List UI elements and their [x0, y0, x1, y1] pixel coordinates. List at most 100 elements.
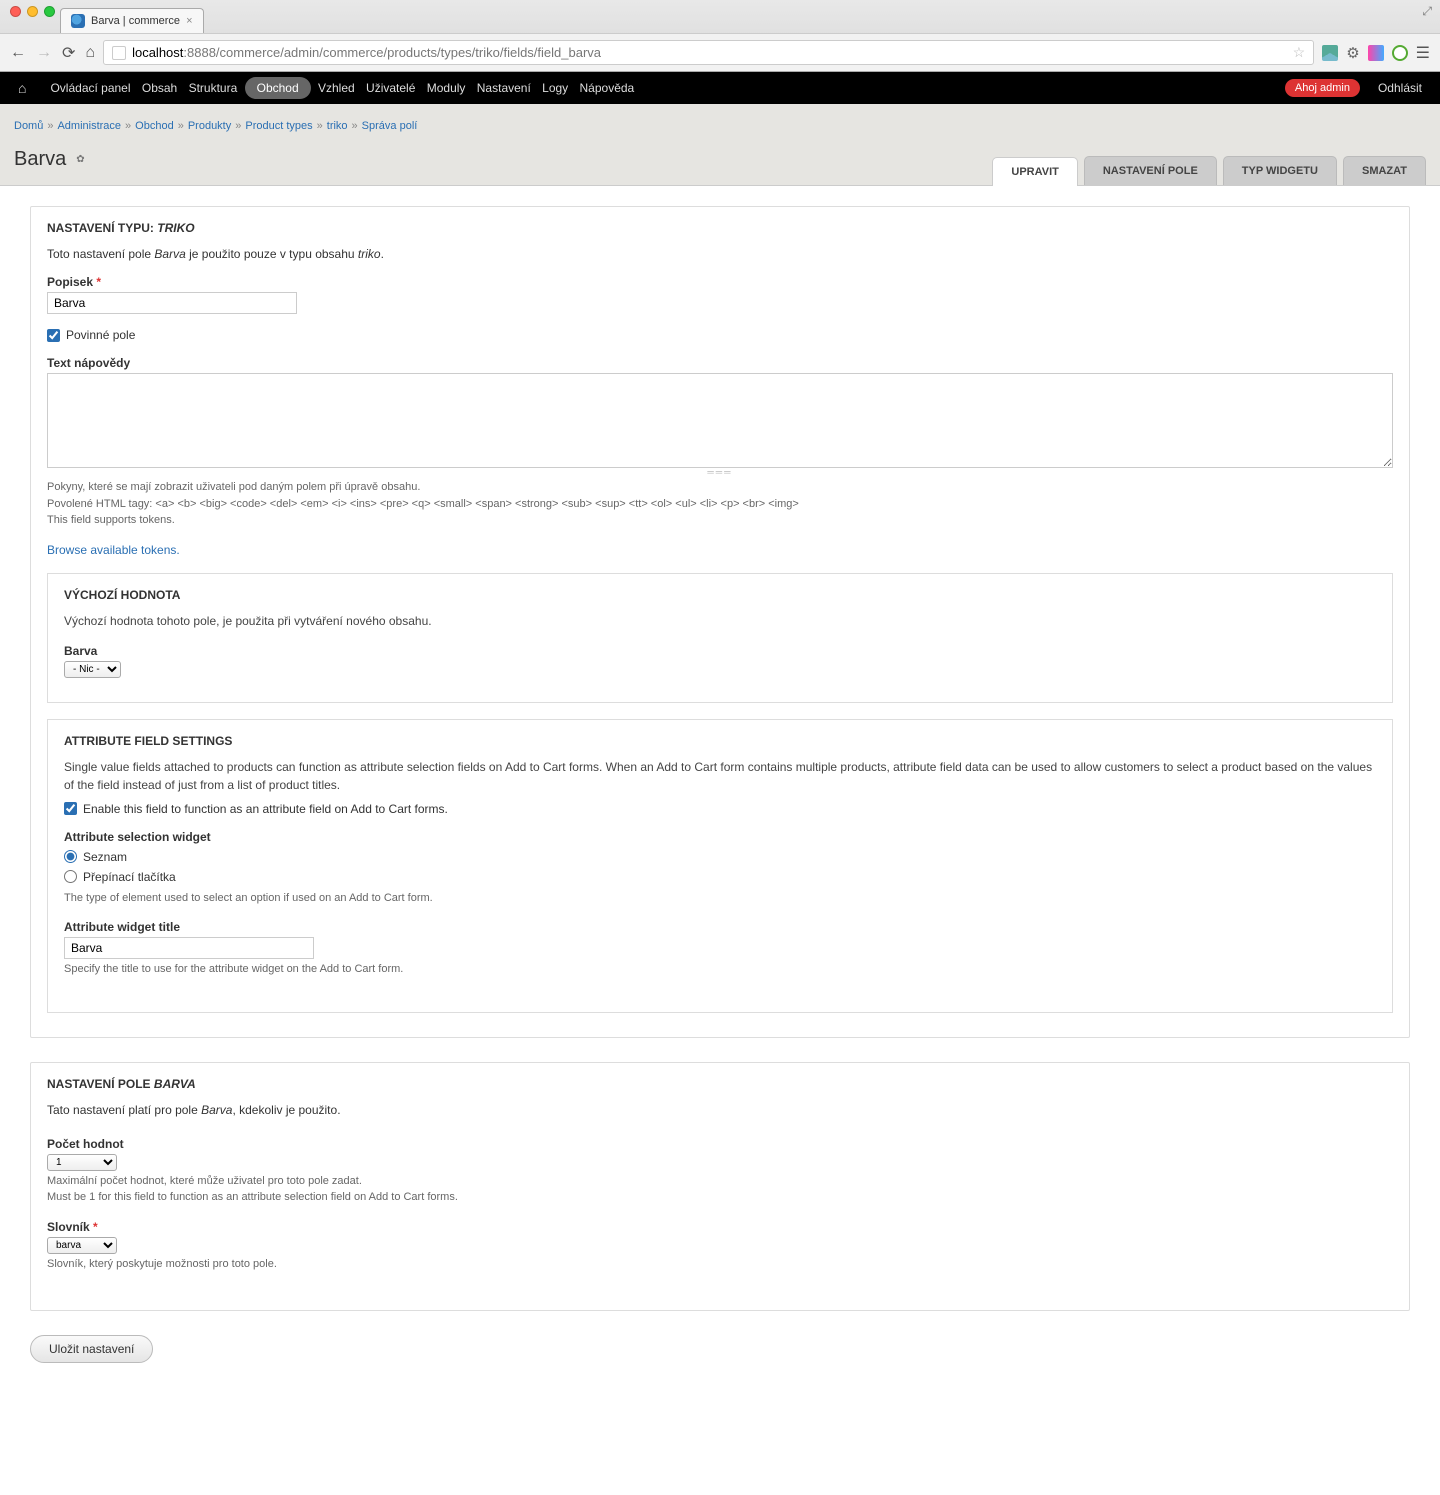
type-settings-heading: NASTAVENÍ TYPU: TRIKO [47, 221, 1393, 235]
bookmark-star-icon[interactable]: ☆ [1293, 44, 1306, 61]
help-text-item: Text nápovědy ═══ Pokyny, které se mají … [47, 356, 1393, 529]
browser-tabs: Barva | commerce × [0, 5, 1440, 33]
attr-title-input[interactable] [64, 937, 314, 959]
values-count-select[interactable]: 1 [47, 1154, 117, 1171]
type-settings-desc: Toto nastavení pole Barva je použito pou… [47, 247, 1393, 261]
values-count-label: Počet hodnot [47, 1137, 1393, 1151]
settings-gear-icon[interactable]: ⚙ [1346, 44, 1359, 62]
breadcrumb-link[interactable]: Obchod [135, 120, 174, 132]
toolbar-item-nápověda[interactable]: Nápověda [576, 73, 639, 103]
heading-em: TRIKO [157, 221, 194, 235]
nav-buttons: ← → ⟳ ⌂ [10, 43, 95, 63]
attr-title-item: Attribute widget title Specify the title… [64, 920, 1376, 978]
enable-attribute-label: Enable this field to function as an attr… [83, 802, 448, 816]
toolbar-item-struktura[interactable]: Struktura [185, 73, 242, 103]
toolbar-item-vzhled[interactable]: Vzhled [314, 73, 359, 103]
attr-title-desc: Specify the title to use for the attribu… [64, 961, 1376, 978]
breadcrumb-link[interactable]: Domů [14, 120, 43, 132]
back-icon[interactable]: ← [10, 44, 26, 62]
primary-tabs: UPRAVITNASTAVENÍ POLETYP WIDGETUSMAZAT [992, 156, 1426, 185]
url-path: :8888/commerce/admin/commerce/products/t… [183, 45, 601, 60]
breadcrumb-sep: » [231, 120, 245, 132]
attr-widget-desc: The type of element used to select an op… [64, 890, 1376, 907]
address-bar: ← → ⟳ ⌂ localhost:8888/commerce/admin/co… [0, 33, 1440, 71]
toolbar-item-uživatelé[interactable]: Uživatelé [362, 73, 419, 103]
tab-close-icon[interactable]: × [186, 15, 192, 27]
breadcrumb-link[interactable]: Administrace [57, 120, 121, 132]
attribute-settings-desc: Single value fields attached to products… [64, 758, 1376, 794]
vocabulary-item: Slovník * barva Slovník, který poskytuje… [47, 1220, 1393, 1273]
help-text-input[interactable] [47, 373, 1393, 468]
save-button[interactable]: Uložit nastavení [30, 1335, 153, 1363]
title-gear-icon[interactable]: ✿ [76, 154, 84, 165]
field-settings-region: NASTAVENÍ POLE BARVA Tato nastavení plat… [30, 1062, 1410, 1312]
browser-tab[interactable]: Barva | commerce × [60, 8, 204, 33]
tab-smazat[interactable]: SMAZAT [1343, 156, 1426, 185]
logout-link[interactable]: Odhlásit [1374, 73, 1426, 103]
enable-attribute-checkbox[interactable] [64, 802, 77, 815]
hello-user[interactable]: Ahoj admin [1285, 79, 1360, 97]
toolbar-item-ovládací-panel[interactable]: Ovládací panel [46, 73, 134, 103]
home-nav-icon[interactable]: ⌂ [85, 44, 95, 62]
tab-upravit[interactable]: UPRAVIT [992, 157, 1077, 186]
required-checkbox-item: Povinné pole [47, 328, 1393, 342]
toolbar-item-logy[interactable]: Logy [538, 73, 572, 103]
attribute-settings-heading: ATTRIBUTE FIELD SETTINGS [64, 734, 1376, 748]
tab-typ-widgetu[interactable]: TYP WIDGETU [1223, 156, 1337, 185]
attr-widget-radio-list[interactable] [64, 850, 77, 863]
field-settings-desc: Tato nastavení platí pro pole Barva, kde… [47, 1103, 1393, 1117]
attr-title-label: Attribute widget title [64, 920, 1376, 934]
vocabulary-select[interactable]: barva [47, 1237, 117, 1254]
toolbar-item-nastavení[interactable]: Nastavení [473, 73, 535, 103]
breadcrumb-sep: » [313, 120, 327, 132]
help-text-label: Text nápovědy [47, 356, 1393, 370]
toolbar-item-obchod[interactable]: Obchod [245, 77, 311, 99]
page-icon [112, 46, 126, 60]
breadcrumb-link[interactable]: Správa polí [362, 120, 418, 132]
values-count-item: Počet hodnot 1 Maximální počet hodnot, k… [47, 1137, 1393, 1206]
required-checkbox[interactable] [47, 329, 60, 342]
values-desc: Maximální počet hodnot, které může uživa… [47, 1173, 1393, 1206]
help-desc: Pokyny, které se mají zobrazit uživateli… [47, 479, 1393, 529]
breadcrumb-sep: » [121, 120, 135, 132]
required-label: Povinné pole [66, 328, 135, 342]
reload-icon[interactable]: ⟳ [62, 43, 75, 63]
admin-toolbar: ⌂ Ovládací panel Obsah Struktura Obchod … [0, 72, 1440, 104]
browse-tokens-link[interactable]: Browse available tokens. [47, 543, 180, 557]
favicon-icon [71, 14, 85, 28]
extension-icon[interactable] [1322, 45, 1338, 61]
menu-icon[interactable]: ☰ [1416, 43, 1430, 63]
extension-icon[interactable] [1392, 45, 1408, 61]
forward-icon[interactable]: → [36, 44, 52, 62]
extension-icons: ⚙ ☰ [1322, 43, 1430, 63]
breadcrumb-sep: » [348, 120, 362, 132]
toolbar-item-moduly[interactable]: Moduly [423, 73, 470, 103]
page-title: Barva ✿ [14, 142, 85, 185]
url-host: localhost [132, 45, 183, 60]
breadcrumb: Domů»Administrace»Obchod»Produkty»Produc… [14, 114, 1426, 142]
url-input[interactable]: localhost:8888/commerce/admin/commerce/p… [103, 40, 1314, 65]
label-field-label: Popisek * [47, 275, 1393, 289]
home-icon[interactable]: ⌂ [14, 72, 30, 104]
breadcrumb-link[interactable]: Product types [245, 120, 312, 132]
attr-widget-opt2: Přepínací tlačítka [83, 870, 176, 884]
resize-handle-icon[interactable]: ═══ [47, 467, 1393, 477]
main-content: NASTAVENÍ TYPU: TRIKO Toto nastavení pol… [0, 186, 1440, 1383]
breadcrumb-link[interactable]: Produkty [188, 120, 231, 132]
attribute-settings-fieldset: ATTRIBUTE FIELD SETTINGS Single value fi… [47, 719, 1393, 1013]
extension-icon[interactable] [1368, 45, 1384, 61]
breadcrumb-link[interactable]: triko [327, 120, 348, 132]
attr-widget-radio-buttons[interactable] [64, 870, 77, 883]
tab-title: Barva | commerce [91, 15, 180, 27]
label-input[interactable] [47, 292, 297, 314]
default-value-select[interactable]: - Nic - [64, 661, 121, 678]
default-value-heading: VÝCHOZÍ HODNOTA [64, 588, 1376, 602]
field-settings-heading: NASTAVENÍ POLE BARVA [47, 1077, 1393, 1091]
default-value-desc: Výchozí hodnota tohoto pole, je použita … [64, 612, 1376, 630]
default-field-label: Barva [64, 644, 1376, 658]
tab-nastavení-pole[interactable]: NASTAVENÍ POLE [1084, 156, 1217, 185]
attr-widget-item: Attribute selection widget Seznam Přepín… [64, 830, 1376, 907]
label-field-item: Popisek * [47, 275, 1393, 314]
toolbar-item-obsah[interactable]: Obsah [138, 73, 181, 103]
breadcrumb-sep: » [174, 120, 188, 132]
